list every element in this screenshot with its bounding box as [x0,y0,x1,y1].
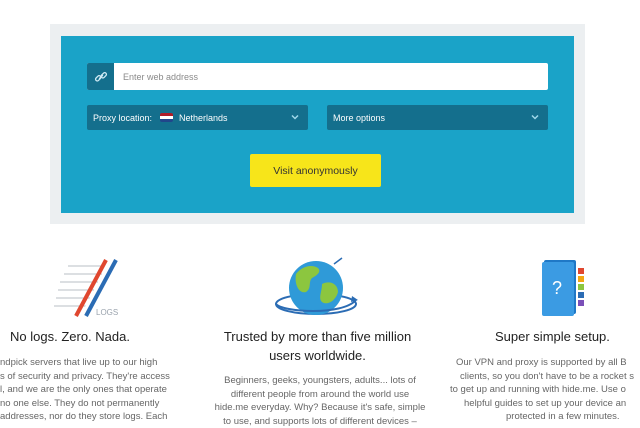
feature-text-trusted: Beginners, geeks, youngsters, adults... … [205,374,435,428]
feature-line: clients, so you don't have to be a rocke… [450,370,640,384]
no-logs-icon: LOGS [52,258,124,318]
feature-title-setup: Super simple setup. [495,327,635,346]
proxy-location-label: Proxy location: [93,113,152,123]
svg-text:?: ? [552,278,562,298]
feature-line: to get up and running with hide.me. Use … [450,383,640,397]
feature-text-setup: Our VPN and proxy is supported by all B … [450,356,640,424]
feature-title-line: users worldwide. [200,346,435,365]
feature-line: different people from around the world u… [205,388,435,402]
url-bar [87,63,548,90]
feature-title-trusted: Trusted by more than five million users … [200,327,435,365]
feature-line: l, and we are the only ones that operate [0,383,196,397]
feature-line: Beginners, geeks, youngsters, adults... … [205,374,435,388]
netherlands-flag-icon [160,113,173,122]
url-input[interactable] [121,63,535,90]
feature-line: to use, and supports lots of different d… [205,415,435,428]
feature-line: addresses, nor do they store logs. Each [0,410,196,424]
visit-anonymously-button[interactable]: Visit anonymously [250,154,381,187]
setup-guide-icon: ? [538,256,592,318]
feature-title-no-logs: No logs. Zero. Nada. [0,327,140,346]
link-icon [87,63,114,90]
feature-line: ndpick servers that live up to our high [0,356,196,370]
feature-line: hide.me everyday. Why? Because it's safe… [205,401,435,415]
feature-line: Our VPN and proxy is supported by all B [450,356,640,370]
more-options-select[interactable]: More options [327,105,548,130]
logs-icon-text: LOGS [96,308,118,317]
feature-title-line: Trusted by more than five million [200,327,435,346]
feature-line: no one else. They do not permanently [0,397,196,411]
proxy-location-select[interactable]: Proxy location: Netherlands [87,105,308,130]
proxy-location-value: Netherlands [179,113,228,123]
more-options-label: More options [333,113,385,123]
feature-text-no-logs: ndpick servers that live up to our high … [0,356,196,424]
feature-line: helpful guides to set up your device an [450,397,640,411]
globe-icon [272,254,362,322]
feature-line: s of security and privacy. They're acces… [0,370,196,384]
chevron-down-icon [290,112,300,122]
feature-line: protected in a few minutes. [450,410,640,424]
chevron-down-icon [530,112,540,122]
